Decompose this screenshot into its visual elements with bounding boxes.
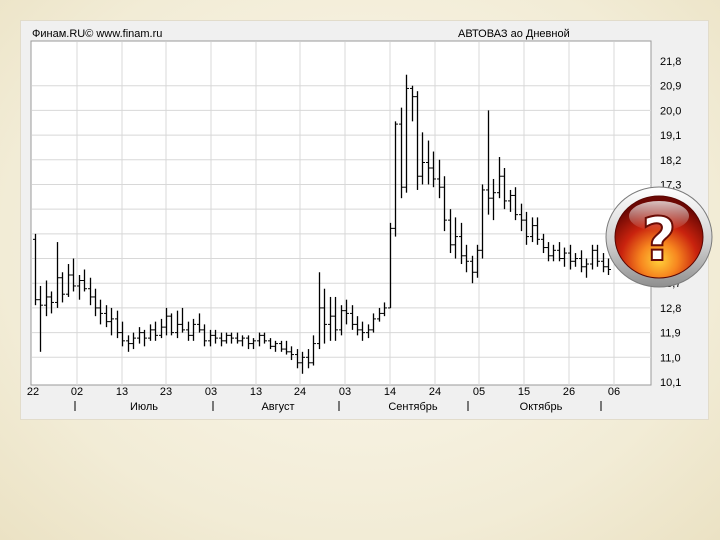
source-label: Финам.RU© www.finam.ru (32, 28, 162, 40)
x-tick-label: 05 (473, 386, 485, 398)
x-tick-label: 06 (608, 386, 620, 398)
x-tick-label: 13 (116, 386, 128, 398)
x-tick-label: 22 (27, 386, 39, 398)
y-tick-label: 20,9 (660, 81, 681, 93)
y-tick-label: 19,1 (660, 130, 681, 142)
month-label: Октябрь (520, 401, 563, 413)
x-tick-label: 24 (429, 386, 441, 398)
x-tick-label: 02 (71, 386, 83, 398)
y-tick-label: 11,0 (660, 352, 681, 364)
x-tick-label: 24 (294, 386, 306, 398)
x-tick-label: 13 (250, 386, 262, 398)
y-tick-label: 20,0 (660, 105, 681, 117)
chart-panel: Финам.RU© www.finam.ru АВТОВАЗ ао Дневно… (20, 20, 713, 420)
y-tick-label: 12,8 (660, 303, 681, 315)
y-tick-label: 11,9 (660, 328, 681, 340)
x-tick-label: 26 (563, 386, 575, 398)
help-glyph: ? (642, 205, 677, 275)
x-tick-label: 03 (339, 386, 351, 398)
x-axis-ticks: 22 02 13 23 03 13 24 03 14 24 05 15 26 06 Июль Август Се… (27, 386, 620, 413)
y-tick-label: 21,8 (660, 56, 681, 68)
month-label: Июль (130, 401, 158, 413)
x-tick-label: 14 (384, 386, 396, 398)
chart-title: АВТОВАЗ ао Дневной (458, 28, 570, 40)
month-label: Сентябрь (388, 401, 438, 413)
month-label: Август (261, 401, 294, 413)
x-tick-label: 23 (160, 386, 172, 398)
help-question-icon[interactable]: ? (604, 184, 714, 289)
y-tick-label: 10,1 (660, 377, 681, 389)
x-tick-label: 15 (518, 386, 530, 398)
y-tick-label: 18,2 (660, 155, 681, 167)
x-tick-label: 03 (205, 386, 217, 398)
